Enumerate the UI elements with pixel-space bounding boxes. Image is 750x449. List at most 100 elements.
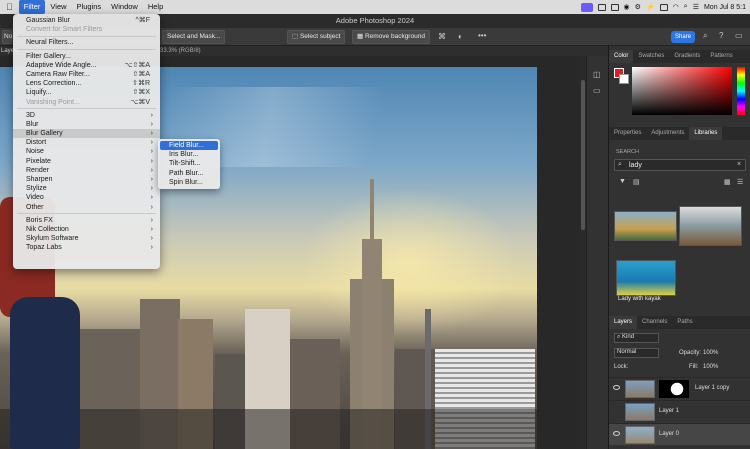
display-icon[interactable] [610, 3, 619, 11]
layer-row-selected[interactable]: Layer 0 [609, 423, 750, 445]
kind-filter-select[interactable]: ⌕ Kind [614, 333, 659, 343]
document-zoom-label[interactable]: 33.3% (RGB/8) [160, 46, 201, 56]
layer-name: Layer 0 [659, 431, 680, 437]
transform-icon[interactable]: ⌘ [438, 32, 446, 41]
library-thumb-1[interactable] [614, 211, 677, 241]
filter-menu-item-filter-gallery[interactable]: Filter Gallery... [13, 52, 160, 61]
menu-help[interactable]: Help [143, 0, 168, 14]
gear-icon[interactable]: ⚙ [635, 3, 641, 11]
filter-icon[interactable]: ▼ [619, 178, 626, 185]
submenu-item-field-blur[interactable]: Field Blur... [160, 141, 218, 151]
submenu-item-tilt-shift[interactable]: Tilt-Shift... [158, 159, 220, 168]
tab-channels[interactable]: Channels [637, 316, 672, 329]
filter-menu: Gaussian Blur ^⌘F Convert for Smart Filter… [13, 14, 160, 269]
history-icon[interactable]: ◫ [593, 70, 601, 79]
filter-menu-item-camera-raw-filter[interactable]: Camera Raw Filter... ⇧⌘A [13, 70, 160, 79]
tab-color[interactable]: Color [609, 50, 634, 63]
control-center-icon[interactable]: ☰ [693, 3, 699, 11]
more-options-icon[interactable]: ••• [478, 31, 486, 40]
filter-menu-item-blur[interactable]: Blur › [13, 120, 160, 129]
tab-swatches[interactable]: Swatches [633, 50, 669, 63]
filter-menu-item-video[interactable]: Video › [13, 193, 160, 202]
search-icon[interactable]: ⌕ [703, 31, 707, 41]
menu-separator [17, 108, 156, 110]
clock[interactable]: Mon Jul 8 5:1 [704, 4, 746, 11]
filter-menu-item-blur-gallery[interactable]: Blur Gallery › [13, 129, 160, 139]
tab-gradients[interactable]: Gradients [669, 50, 705, 63]
filter-menu-item-other[interactable]: Other › [13, 203, 160, 212]
hue-slider[interactable] [737, 67, 745, 115]
menu-item-shortcut: ⇧⌘R [132, 80, 150, 88]
tab-layers[interactable]: Layers [609, 316, 638, 329]
filter-menu-item-boris-fx[interactable]: Boris FX › [13, 216, 160, 225]
options-left-button[interactable]: No [2, 30, 12, 44]
workspace-icon[interactable]: ▭ [735, 31, 743, 40]
fill-field[interactable]: 100% [703, 364, 718, 370]
menu-item-label: Neural Filters... [26, 39, 74, 47]
apple-icon[interactable]:  [0, 2, 19, 12]
remove-background-button[interactable]: ▦ Remove background [352, 30, 430, 44]
submenu-item-path-blur[interactable]: Path Blur... [158, 169, 220, 178]
filter-menu-item-pixelate[interactable]: Pixelate › [13, 157, 160, 166]
menu-item-label: Sharpen [26, 176, 53, 183]
filter-menu-item-neural-filters[interactable]: Neural Filters... [13, 38, 160, 47]
eye-icon[interactable] [613, 431, 620, 436]
submenu-item-spin-blur[interactable]: Spin Blur... [158, 178, 220, 187]
grid-view-icon[interactable]: ▦ [724, 178, 731, 186]
canvas-scroll-thumb[interactable] [581, 80, 585, 230]
color-field[interactable] [632, 67, 732, 115]
tab-paths[interactable]: Paths [672, 316, 697, 329]
menu-filter[interactable]: Filter [18, 0, 46, 14]
screen-record-icon[interactable] [580, 2, 593, 12]
list-view-icon[interactable]: ☰ [737, 178, 743, 186]
filter-menu-item-stylize[interactable]: Stylize › [13, 184, 160, 193]
lightning-icon[interactable]: ⚡ [646, 3, 655, 11]
background-color-swatch[interactable] [619, 74, 629, 84]
filter-menu-item-vanishing-point: Vanishing Point... ⌥⌘V [13, 98, 160, 107]
select-subject-button[interactable]: ⬚ Select subject [287, 30, 346, 44]
blend-mode-select[interactable]: Normal [614, 348, 659, 358]
help-icon[interactable]: ? [719, 31, 723, 40]
filter-menu-item-3d[interactable]: 3D › [13, 111, 160, 120]
chrome-icon[interactable]: ◉ [624, 3, 630, 11]
library-thumb-kayak[interactable] [616, 260, 676, 296]
opacity-field[interactable]: 100% [703, 350, 718, 356]
layers-panel-tabs: Layers Channels Paths [609, 316, 750, 329]
tab-properties[interactable]: Properties [609, 127, 646, 140]
menu-window[interactable]: Window [106, 0, 143, 14]
search-icon[interactable]: ⌕ [684, 3, 688, 11]
tab-adjustments[interactable]: Adjustments [646, 127, 689, 140]
menu-view[interactable]: View [45, 0, 71, 14]
library-thumb-2[interactable] [679, 206, 742, 246]
tab-libraries[interactable]: Libraries [689, 127, 723, 140]
filter-menu-item-render[interactable]: Render › [13, 166, 160, 175]
tab-patterns[interactable]: Patterns [705, 50, 737, 63]
filter-menu-item-distort[interactable]: Distort › [13, 138, 160, 147]
filter-menu-item-topaz-labs[interactable]: Topaz Labs › [13, 243, 160, 252]
filter-menu-item-liquify[interactable]: Liquify... ⇧⌘X [13, 88, 160, 97]
menu-item-label: Blur [26, 120, 39, 128]
camera-icon[interactable] [597, 3, 606, 11]
filter-menu-item-sharpen[interactable]: Sharpen › [13, 175, 160, 184]
eye-icon[interactable] [613, 385, 620, 390]
filter-menu-item-lens-correction[interactable]: Lens Correction... ⇧⌘R [13, 79, 160, 88]
clear-search-icon[interactable]: × [737, 161, 741, 168]
select-and-mask-button[interactable]: Select and Mask... [162, 30, 226, 44]
comment-icon[interactable]: ▭ [593, 86, 601, 95]
mask-icon[interactable]: ◐ [458, 32, 463, 41]
menu-plugins[interactable]: Plugins [72, 0, 107, 14]
chevron-right-icon: › [150, 120, 153, 128]
submenu-item-iris-blur[interactable]: Iris Blur... [158, 150, 220, 159]
layer-mask-thumbnail[interactable] [659, 380, 689, 398]
library-search-field[interactable]: ⌕ lady × [614, 159, 746, 171]
wifi-icon[interactable]: ◠ [673, 3, 679, 11]
layer-row[interactable]: Layer 1 copy [609, 377, 750, 399]
library-options-icon[interactable]: ▤ [633, 178, 640, 186]
layer-row[interactable]: Layer 1 [609, 400, 750, 422]
share-button[interactable]: Share [671, 31, 695, 43]
filter-menu-item-nik-collection[interactable]: Nik Collection › [13, 225, 160, 234]
filter-menu-item-gaussian-blur[interactable]: Gaussian Blur ^⌘F [13, 16, 160, 25]
filter-menu-item-noise[interactable]: Noise › [13, 147, 160, 156]
filter-menu-item-adaptive-wide-angle[interactable]: Adaptive Wide Angle... ⌥⇧⌘A [13, 61, 160, 70]
filter-menu-item-skylum-software[interactable]: Skylum Software › [13, 234, 160, 243]
